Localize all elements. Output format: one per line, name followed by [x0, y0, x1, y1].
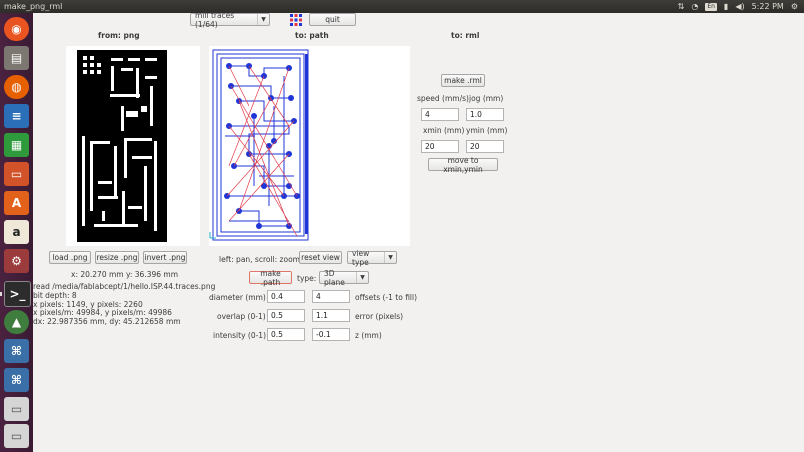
- to-path-title: to: path: [295, 31, 329, 40]
- calc-icon[interactable]: ▦: [4, 133, 29, 157]
- chevron-down-icon: ▼: [384, 252, 396, 263]
- amazon-icon[interactable]: a: [4, 220, 29, 244]
- inkscape-icon[interactable]: ▲: [4, 310, 29, 334]
- app-window: mill traces (1/64) ▼ quit from: png to: …: [33, 10, 804, 452]
- mode-select[interactable]: mill traces (1/64) ▼: [190, 10, 270, 29]
- pan-zoom-hint: left: pan, scroll: zoom: [219, 255, 300, 264]
- resize-png-button[interactable]: resize .png: [95, 251, 139, 264]
- type-label: type:: [297, 274, 317, 283]
- xmin-label: xmin (mm): [423, 126, 465, 135]
- move-to-xmin-ymin-button[interactable]: move to xmin,ymin: [428, 156, 498, 174]
- active-indicator: [0, 292, 2, 296]
- wifi-icon[interactable]: ◔: [691, 0, 698, 13]
- overlap-input[interactable]: [267, 309, 305, 322]
- ymin-label: ymin (mm): [466, 126, 508, 135]
- gear-icon[interactable]: ⚙: [791, 0, 798, 13]
- chevron-down-icon: ▼: [356, 272, 368, 283]
- xmin-input[interactable]: [421, 140, 459, 153]
- make-rml-button[interactable]: make .rml: [441, 74, 485, 87]
- system-tray: ⇅ ◔ En ▮ ◀) 5:22 PM ⚙: [678, 0, 798, 13]
- png-preview-canvas[interactable]: [66, 46, 200, 246]
- jog-input[interactable]: [466, 108, 504, 121]
- make-path-button[interactable]: make .path: [249, 269, 292, 287]
- window-title: make_png_rml: [4, 2, 63, 11]
- keyboard-layout-indicator[interactable]: En: [705, 2, 717, 11]
- file-cabinet-icon[interactable]: ▤: [4, 46, 29, 70]
- chevron-down-icon: ▼: [257, 14, 269, 25]
- intensity-label: intensity (0-1): [213, 331, 267, 340]
- python-icon-2[interactable]: ⌘: [4, 368, 29, 392]
- invert-png-button[interactable]: invert .png: [143, 251, 187, 264]
- error-label: error (pixels): [355, 312, 404, 321]
- mode-select-value: mill traces (1/64): [195, 10, 235, 29]
- volume-icon[interactable]: ◀): [735, 0, 744, 13]
- from-png-title: from: png: [98, 31, 140, 40]
- z-label: z (mm): [355, 331, 382, 340]
- dropbox-icon[interactable]: ⇅: [678, 0, 685, 13]
- writer-icon[interactable]: ≡: [4, 104, 29, 128]
- trash-icon[interactable]: ▭: [4, 424, 29, 448]
- clock[interactable]: 5:22 PM: [752, 0, 784, 13]
- png-info-text: read /media/fablabcept/1/hello.ISP.44.tr…: [33, 282, 215, 327]
- to-rml-title: to: rml: [451, 31, 480, 40]
- settings-icon[interactable]: ⚙: [4, 249, 29, 273]
- overlap-label: overlap (0-1): [217, 312, 266, 321]
- battery-icon[interactable]: ▮: [724, 0, 728, 13]
- view-type-select[interactable]: view type ▼: [347, 248, 397, 267]
- jog-label: jog (mm): [469, 94, 504, 103]
- top-panel: make_png_rml ⇅ ◔ En ▮ ◀) 5:22 PM ⚙: [0, 0, 804, 13]
- color-grid-icon[interactable]: [290, 14, 302, 26]
- impress-icon[interactable]: ▭: [4, 162, 29, 186]
- png-info-line: dx: 22.987356 mm, dy: 45.212658 mm: [33, 317, 181, 327]
- quit-button[interactable]: quit: [309, 13, 356, 26]
- firefox-icon[interactable]: ◍: [4, 75, 29, 99]
- python-icon[interactable]: ⌘: [4, 339, 29, 363]
- intensity-input[interactable]: [267, 328, 305, 341]
- view-type-value: view type: [352, 248, 370, 267]
- offsets-input[interactable]: [312, 290, 350, 303]
- launcher: ◉ ▤ ◍ ≡ ▦ ▭ A a ⚙ >_ ▲ ⌘ ⌘ ▭ ▭: [0, 13, 33, 452]
- speed-input[interactable]: [421, 108, 459, 121]
- type-select-value: 3D plane: [324, 268, 345, 287]
- software-center-icon[interactable]: A: [4, 191, 29, 215]
- load-png-button[interactable]: load .png: [49, 251, 91, 264]
- error-input[interactable]: [312, 309, 350, 322]
- reset-view-button[interactable]: reset view: [299, 251, 342, 264]
- z-input[interactable]: [312, 328, 350, 341]
- ymin-input[interactable]: [466, 140, 504, 153]
- offsets-label: offsets (-1 to fill): [355, 293, 418, 302]
- diameter-input[interactable]: [267, 290, 305, 303]
- terminal-icon[interactable]: >_: [4, 281, 31, 307]
- path-preview-canvas[interactable]: [209, 46, 410, 246]
- drive-icon[interactable]: ▭: [4, 397, 29, 421]
- type-select[interactable]: 3D plane ▼: [319, 268, 369, 287]
- diameter-label: diameter (mm): [209, 293, 266, 302]
- cursor-coordinates: x: 20.270 mm y: 36.396 mm: [71, 270, 179, 279]
- speed-label: speed (mm/s): [417, 94, 469, 103]
- ubuntu-logo-icon[interactable]: ◉: [4, 17, 29, 41]
